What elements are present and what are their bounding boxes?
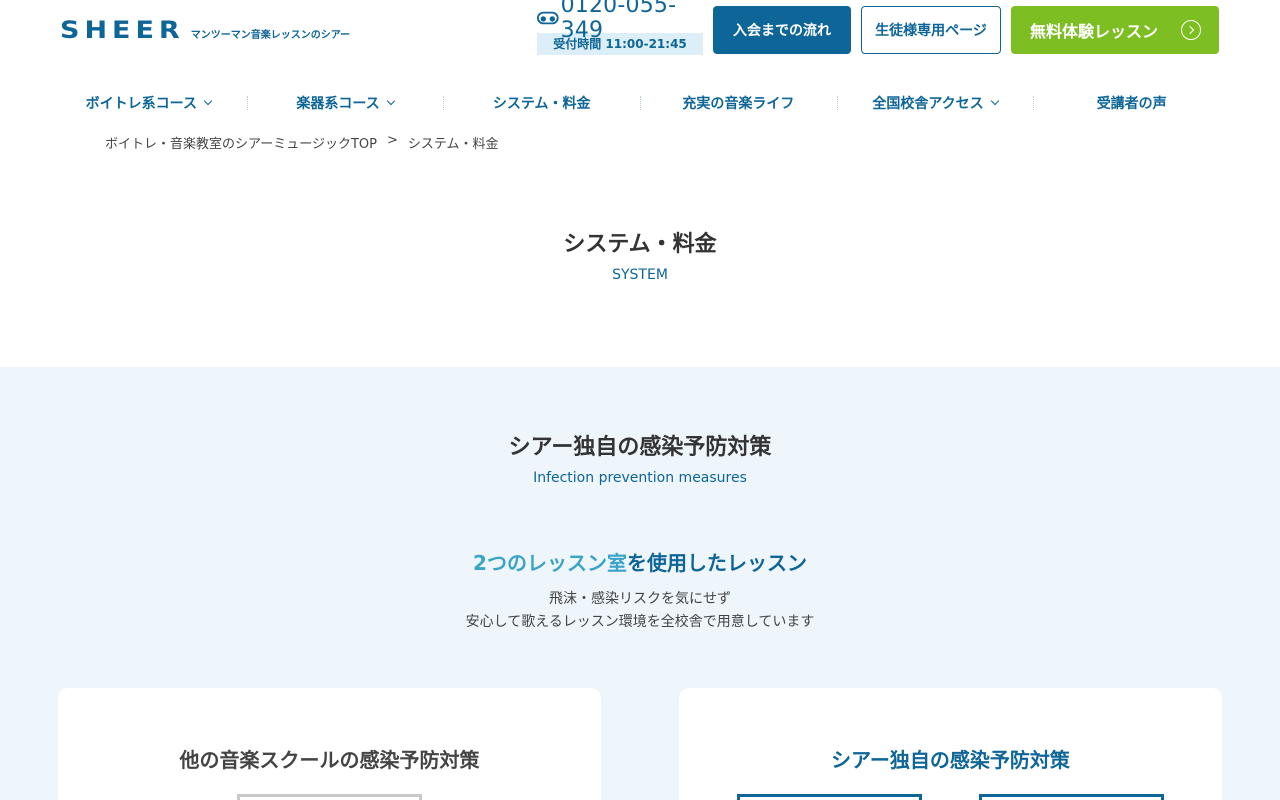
- lesson-room-2-illustration: [979, 794, 1164, 800]
- nav-item-system-pricing[interactable]: システム・料金: [443, 88, 640, 118]
- arrow-right-circle-icon: [1181, 20, 1201, 40]
- headline-rest: を使用したレッスン: [626, 551, 807, 575]
- single-room-illustration: [237, 794, 422, 800]
- infection-prevention-section: シアー独自の感染予防対策 Infection prevention measur…: [0, 367, 1280, 800]
- sheer-card: シアー独自の感染予防対策: [679, 688, 1222, 800]
- other-schools-card-title: 他の音楽スクールの感染予防対策: [179, 748, 480, 772]
- nav-item-instrument-courses[interactable]: 楽器系コース: [246, 88, 444, 118]
- free-dial-icon: [537, 11, 559, 25]
- logo-tagline: マンツーマン音楽レッスンのシアー: [190, 29, 351, 41]
- phone-block: 0120-055-349 受付時間 11:00-21:45: [537, 0, 703, 55]
- description-line-2: 安心して歌えるレッスン環境を全校舎で用意しています: [465, 614, 815, 630]
- nav-item-label: 全国校舎アクセス: [872, 96, 984, 112]
- logo-wordmark: SHEER: [60, 16, 185, 44]
- lesson-room-1-illustration: [737, 794, 922, 800]
- nav-item-testimonials[interactable]: 受講者の声: [1033, 88, 1230, 118]
- nav-item-voice-courses[interactable]: ボイトレ系コース: [50, 88, 247, 118]
- chevron-down-icon: [990, 96, 999, 106]
- description-line-1: 飛沫・感染リスクを気にせず: [549, 591, 731, 607]
- page-title: システム・料金: [563, 232, 717, 257]
- nav-item-music-life[interactable]: 充実の音楽ライフ: [640, 88, 837, 118]
- enrollment-flow-button[interactable]: 入会までの流れ: [713, 6, 851, 54]
- free-trial-button[interactable]: 無料体験レッスン: [1011, 6, 1219, 54]
- business-hours: 受付時間 11:00-21:45: [537, 33, 703, 55]
- student-page-button[interactable]: 生徒様専用ページ: [861, 6, 1001, 54]
- nav-item-label: システム・料金: [492, 96, 591, 112]
- headline-highlight: 2つのレッスン室: [473, 551, 627, 575]
- breadcrumb-separator: >: [386, 133, 398, 148]
- breadcrumb-current: システム・料金: [407, 137, 499, 152]
- section-description: 飛沫・感染リスクを気にせず 安心して歌えるレッスン環境を全校舎で用意しています: [0, 588, 1280, 634]
- page-subtitle: SYSTEM: [612, 267, 668, 283]
- logo[interactable]: SHEER マンツーマン音楽レッスンのシアー: [60, 16, 350, 44]
- nav-item-school-access[interactable]: 全国校舎アクセス: [836, 88, 1034, 118]
- section-subtitle: Infection prevention measures: [533, 470, 747, 486]
- other-schools-card: 他の音楽スクールの感染予防対策: [58, 688, 601, 800]
- section-headline: 2つのレッスン室を使用したレッスン: [0, 547, 1280, 576]
- phone-line[interactable]: 0120-055-349: [537, 0, 703, 43]
- breadcrumb: ボイトレ・音楽教室のシアーミュージックTOP > システム・料金: [105, 133, 499, 152]
- section-title: シアー独自の感染予防対策: [508, 435, 772, 460]
- nav-item-label: 楽器系コース: [296, 96, 380, 112]
- breadcrumb-home-link[interactable]: ボイトレ・音楽教室のシアーミュージックTOP: [105, 133, 377, 152]
- chevron-down-icon: [203, 96, 213, 106]
- chevron-down-icon: [386, 96, 395, 106]
- sheer-card-title: シアー独自の感染予防対策: [831, 748, 1070, 772]
- free-trial-label: 無料体験レッスン: [1030, 22, 1159, 41]
- nav-item-label: 受講者の声: [1096, 96, 1167, 112]
- nav-item-label: ボイトレ系コース: [85, 96, 197, 112]
- nav-item-label: 充実の音楽ライフ: [682, 96, 795, 112]
- main-nav: ボイトレ系コース 楽器系コース システム・料金 充実の音楽ライフ 全国校舎アクセ…: [50, 88, 1230, 118]
